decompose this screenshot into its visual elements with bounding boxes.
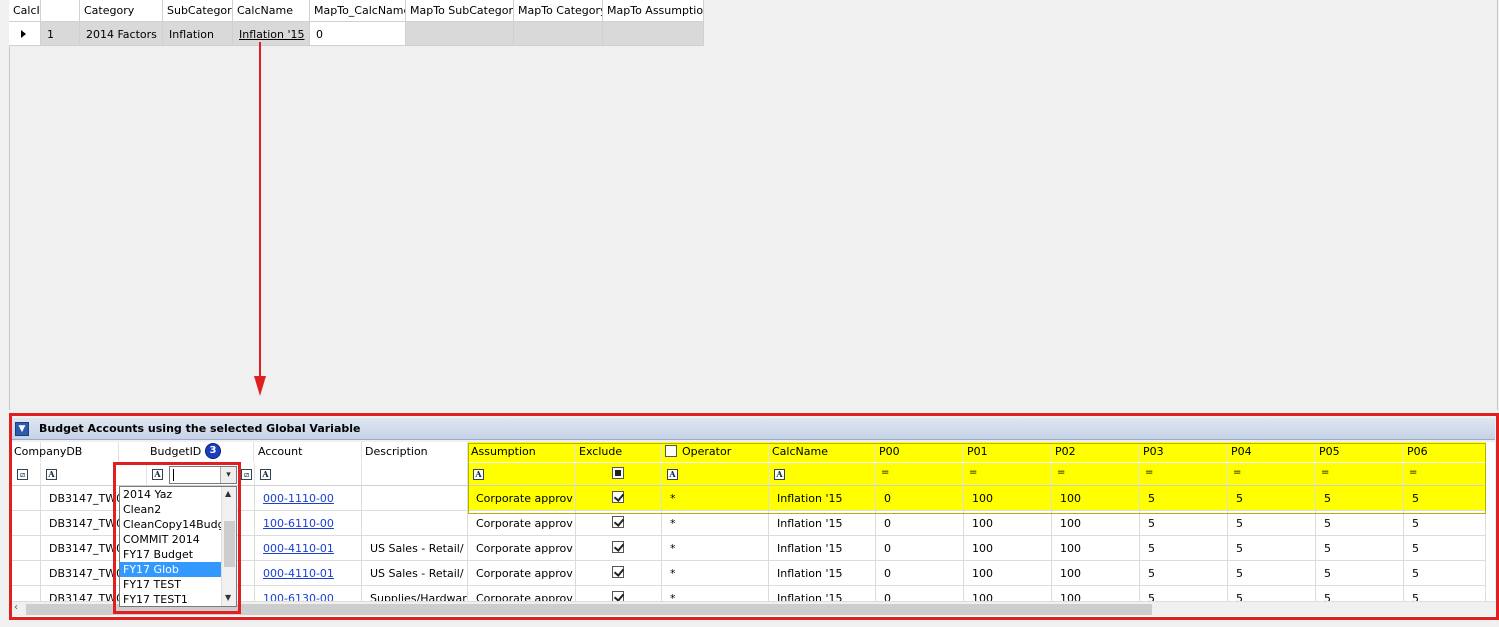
cell-mapto-assumption[interactable] bbox=[603, 22, 704, 46]
annotation-arrow-line bbox=[259, 42, 261, 377]
calc-grid-header: CalcID Category SubCategory CalcName Map… bbox=[9, 0, 704, 22]
col-header-mapto-subcategory[interactable]: MapTo SubCategory bbox=[406, 0, 514, 22]
annotation-panel-outline bbox=[9, 413, 1499, 620]
col-header-subcategory[interactable]: SubCategory bbox=[163, 0, 233, 22]
col-header-category[interactable]: Category bbox=[80, 0, 163, 22]
col-header-calcname[interactable]: CalcName bbox=[233, 0, 310, 22]
right-border bbox=[1497, 0, 1498, 410]
col-header-mapto-assumption[interactable]: MapTo Assumption bbox=[603, 0, 704, 22]
calc-grid-row[interactable]: 1 2014 Factors Inflation Inflation '15 0 bbox=[9, 22, 704, 46]
col-header-calcid-cont bbox=[41, 0, 80, 22]
row-selector[interactable] bbox=[9, 22, 41, 46]
cell-mapto-calcname[interactable]: 0 bbox=[310, 22, 406, 46]
row-pointer-icon bbox=[21, 30, 26, 38]
cell-mapto-category[interactable] bbox=[514, 22, 603, 46]
cell-mapto-subcategory[interactable] bbox=[406, 22, 514, 46]
col-header-mapto-calcname[interactable]: MapTo_CalcName bbox=[310, 0, 406, 22]
annotation-arrow-head bbox=[254, 376, 266, 396]
col-header-calcid[interactable]: CalcID bbox=[9, 0, 41, 22]
calc-grid: CalcID Category SubCategory CalcName Map… bbox=[9, 0, 704, 22]
top-grid-border bbox=[9, 0, 10, 410]
cell-category[interactable]: 2014 Factors bbox=[80, 22, 163, 46]
cell-calcid[interactable]: 1 bbox=[41, 22, 80, 46]
cell-subcategory[interactable]: Inflation bbox=[163, 22, 233, 46]
col-header-mapto-category[interactable]: MapTo Category bbox=[514, 0, 603, 22]
cell-calcname[interactable]: Inflation '15 bbox=[233, 22, 310, 46]
